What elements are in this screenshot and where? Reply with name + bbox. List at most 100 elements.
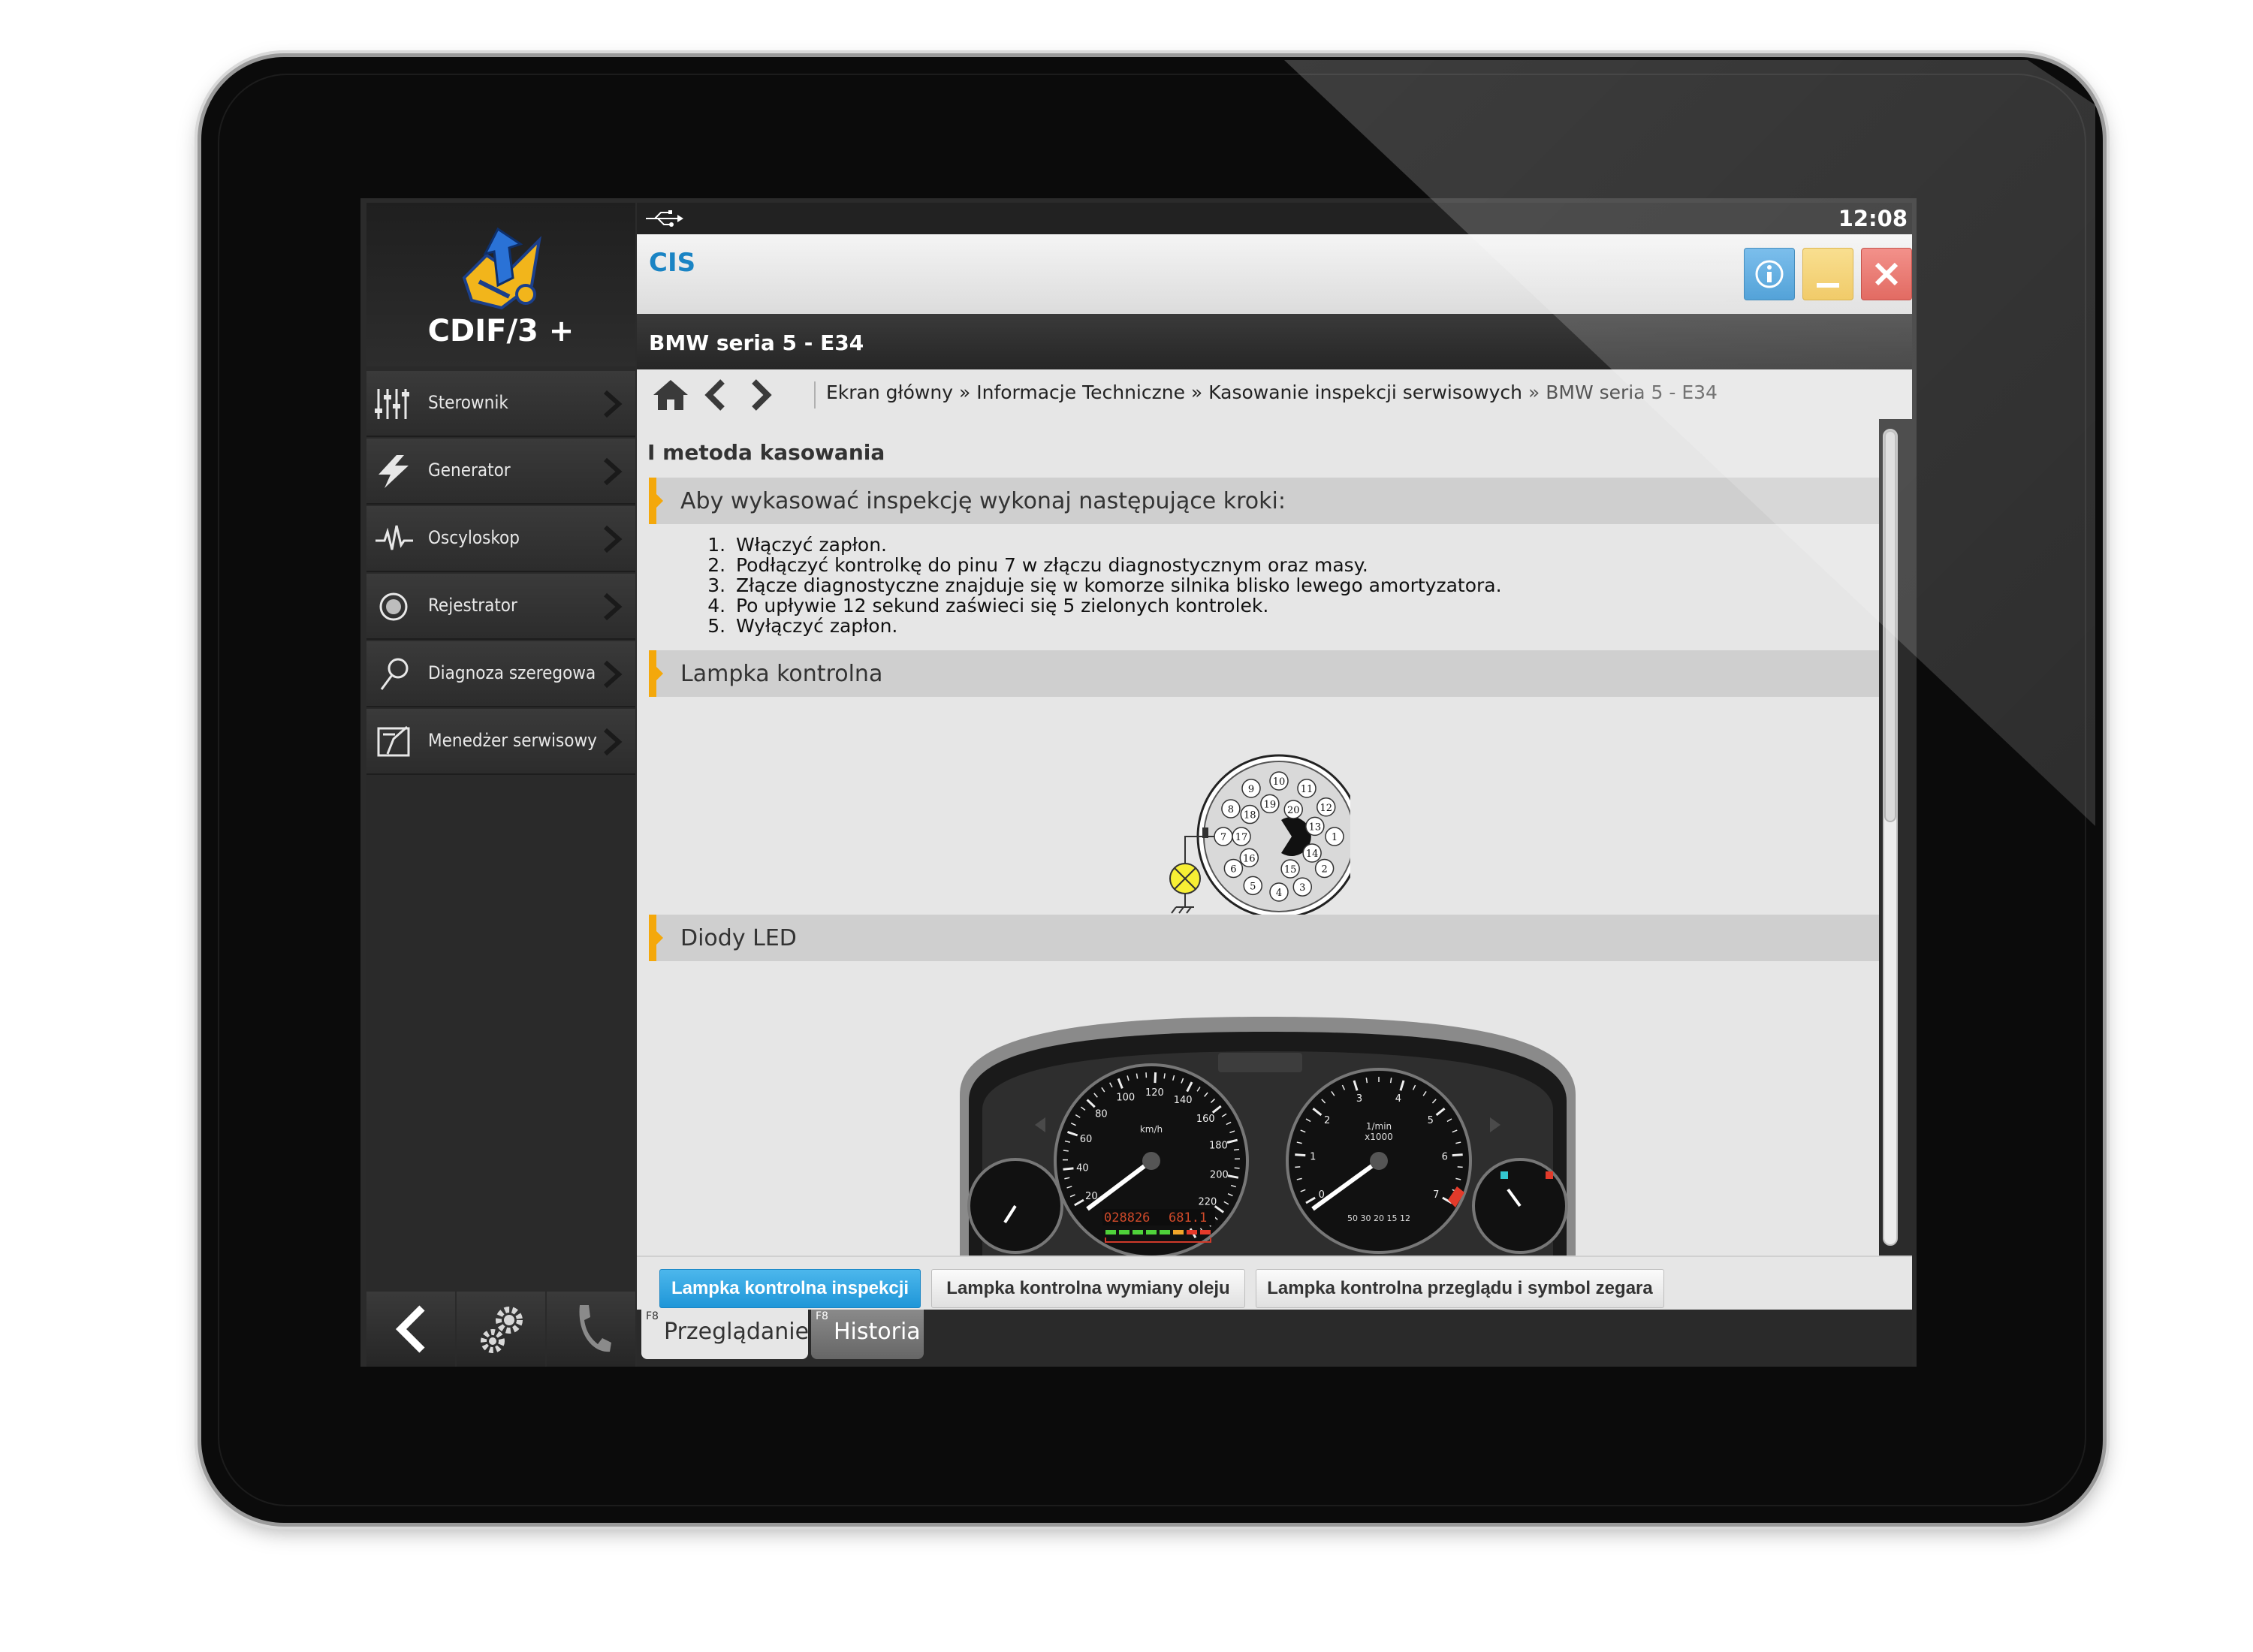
gauge-tick-label: 180: [1209, 1140, 1228, 1151]
breadcrumb-link-home[interactable]: Ekran główny: [826, 381, 953, 403]
gauge-tick: [1452, 1153, 1463, 1157]
connector-pin-label: 12: [1320, 803, 1332, 814]
info-button[interactable]: [1744, 248, 1795, 300]
section-marker: [649, 478, 656, 524]
gauge-tick: [1457, 1166, 1463, 1168]
connector-pin-label: 7: [1220, 832, 1226, 843]
connector-pin-label: 16: [1243, 853, 1256, 864]
tab-bar: F8 Przeglądanie F8 Historia: [637, 1310, 1912, 1367]
breadcrumb-link-technical-info[interactable]: Informacje Techniczne: [976, 381, 1185, 403]
gauge-tick: [1295, 1166, 1301, 1168]
gauge-tick-label: 5: [1428, 1115, 1434, 1126]
tacho-unit-1: 1/min: [1366, 1121, 1392, 1132]
breadcrumb-separator: »: [1528, 381, 1540, 403]
sidebar-item-rejestrator[interactable]: Rejestrator: [366, 574, 635, 640]
section-marker-arrow: [656, 667, 663, 680]
gauge-tick-label: 100: [1116, 1093, 1135, 1104]
gauge-tick-label: 200: [1210, 1169, 1229, 1180]
list-item: Podłączyć kontrolkę do pinu 7 w złączu d…: [731, 555, 1502, 575]
cdif-logo-icon: [462, 227, 541, 310]
section-header-lamp: Lampka kontrolna: [649, 650, 1879, 697]
title-bar: [637, 234, 1912, 314]
section-marker-arrow: [656, 931, 663, 945]
inspection-lamp-button[interactable]: Lampka kontrolna inspekcji: [659, 1269, 921, 1308]
scrollbar-thumb[interactable]: [1884, 430, 1896, 822]
connector-pin-label: 14: [1306, 849, 1319, 860]
method-title: I metoda kasowania: [647, 440, 885, 465]
gauge-tick-label: 120: [1145, 1087, 1164, 1099]
steps-list: Włączyć zapłon. Podłączyć kontrolkę do p…: [704, 535, 1502, 636]
sidebar-bottom-bar: [366, 1292, 635, 1367]
gauge-tick: [1154, 1072, 1157, 1084]
tab-historia[interactable]: F8 Historia: [811, 1310, 924, 1359]
minimize-button[interactable]: [1802, 248, 1853, 300]
back-button[interactable]: [366, 1292, 455, 1367]
section-title: Diody LED: [680, 925, 797, 951]
info-icon: [1755, 260, 1784, 288]
gauge-tick-label: 220: [1199, 1196, 1217, 1207]
sidebar-item-label: Diagnoza szeregowa: [428, 662, 596, 683]
close-icon: [1874, 262, 1899, 286]
tab-przegladanie[interactable]: F8 Przeglądanie: [641, 1310, 809, 1359]
app-title: CIS: [649, 248, 696, 278]
section-marker: [649, 650, 656, 697]
connector-pin-label: 19: [1264, 799, 1277, 810]
phone-button[interactable]: [547, 1292, 635, 1367]
logo-text: CDIF/3 +: [427, 314, 575, 348]
settings-button[interactable]: [457, 1292, 545, 1367]
section-header-led: Diody LED: [649, 915, 1879, 961]
instrument-cluster-image: 20406080100120140160180200220240 0123456…: [960, 1017, 1576, 1256]
connector-pin-label: 5: [1250, 881, 1256, 892]
breadcrumb-separator: »: [1190, 381, 1203, 403]
gauge-tick: [1063, 1150, 1069, 1152]
tab-label: Historia: [834, 1319, 921, 1345]
usb-icon: [646, 210, 683, 227]
section-title: Aby wykasować inspekcję wykonaj następuj…: [680, 488, 1286, 514]
section-title: Lampka kontrolna: [680, 661, 883, 687]
status-bar: [637, 203, 1912, 234]
connector-pin-label: 3: [1299, 882, 1305, 894]
home-icon[interactable]: [652, 378, 689, 411]
odometer-display: 028826: [1104, 1210, 1150, 1225]
gauge-tick: [1063, 1167, 1074, 1171]
chevron-right-icon: [604, 525, 623, 553]
oil-change-lamp-button[interactable]: Lampka kontrolna wymiany oleju: [931, 1269, 1245, 1308]
gauge-tick-label: 1: [1310, 1151, 1316, 1162]
back-icon: [395, 1305, 425, 1353]
gauge-tick-label: 80: [1095, 1109, 1108, 1120]
chevron-right-icon: [604, 390, 623, 418]
gauge-tick: [1163, 1073, 1166, 1079]
sidebar-item-menedzer-serwisowy[interactable]: Menedżer serwisowy: [366, 709, 635, 775]
list-item: Włączyć zapłon.: [731, 535, 1502, 555]
sidebar-item-label: Generator: [428, 460, 511, 481]
gauge-tick-label: 140: [1174, 1095, 1193, 1106]
sidebar-item-label: Sterownik: [428, 392, 508, 413]
connector-pin-label: 9: [1248, 784, 1254, 795]
breadcrumb-link-service-reset[interactable]: Kasowanie inspekcji serwisowych: [1208, 381, 1522, 403]
close-button[interactable]: [1861, 248, 1912, 300]
connector-pin-label: 15: [1284, 864, 1297, 876]
connector-pin-label: 13: [1309, 821, 1322, 833]
chevron-right-icon: [604, 592, 623, 621]
connector-pin-label: 6: [1230, 864, 1236, 875]
scrollbar[interactable]: [1879, 428, 1902, 1247]
forward-arrow-icon[interactable]: [748, 378, 775, 411]
gauge-tick-label: 3: [1356, 1093, 1362, 1105]
section-marker-arrow: [656, 494, 663, 508]
gauge-tick-label: 6: [1442, 1151, 1448, 1162]
sidebar-item-diagnoza-szeregowa[interactable]: Diagnoza szeregowa: [366, 641, 635, 707]
gauge-tick-label: 2: [1324, 1115, 1330, 1126]
sliders-icon: [375, 389, 409, 419]
speedo-unit: km/h: [1140, 1124, 1163, 1135]
back-arrow-icon[interactable]: [701, 378, 728, 411]
chevron-right-icon: [604, 457, 623, 486]
breadcrumb-current: BMW seria 5 - E34: [1546, 381, 1718, 403]
sidebar-item-oscyloskop[interactable]: Oscyloskop: [366, 506, 635, 572]
diagnostic-connector-diagram: 1234567891011121314151617181920: [1169, 754, 1350, 919]
gauge-tick-label: 160: [1196, 1114, 1215, 1125]
sidebar-item-generator[interactable]: Generator: [366, 439, 635, 505]
sidebar-item-sterownik[interactable]: Sterownik: [366, 371, 635, 437]
clock: 12:08: [1838, 206, 1908, 231]
connector-pin-label: 8: [1228, 804, 1234, 815]
review-lamp-clock-button[interactable]: Lampka kontrolna przeglądu i symbol zega…: [1256, 1269, 1664, 1308]
